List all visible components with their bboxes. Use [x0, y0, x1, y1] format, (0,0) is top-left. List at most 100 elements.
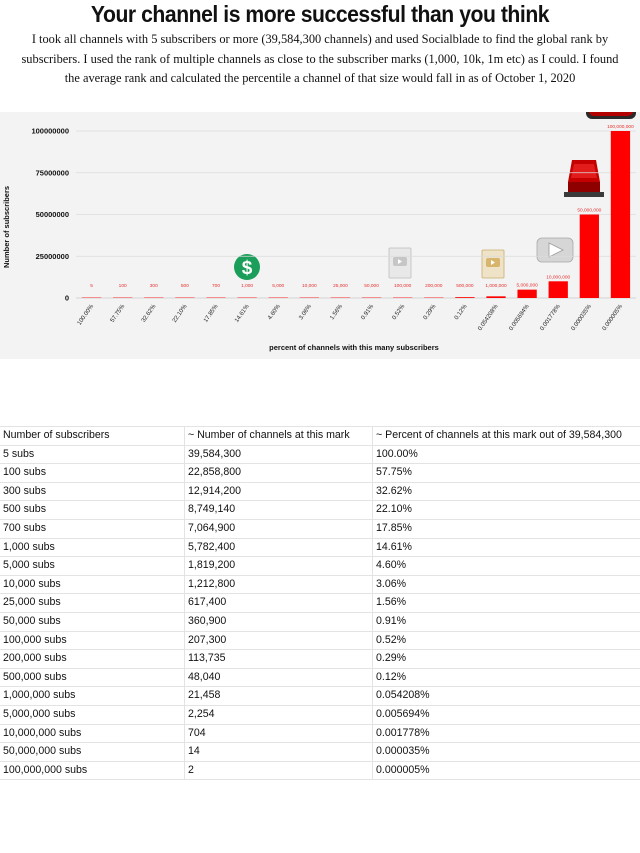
data-label: 300	[150, 283, 158, 289]
table-cell: 22,858,800	[184, 464, 375, 482]
table-cell: 14.61%	[372, 538, 640, 557]
table-cell: 100 subs	[3, 466, 46, 479]
table-cell: 500,000 subs	[3, 670, 67, 683]
table-row: 1,000 subs 5,782,400 14.61%	[0, 538, 640, 558]
data-label: 700	[212, 283, 220, 289]
table-cell: 500 subs	[3, 503, 46, 516]
table-cell: 39,584,300	[184, 445, 375, 464]
data-label: 500	[181, 283, 189, 289]
table-cell: 22.10%	[372, 501, 640, 519]
gold-play-button-icon	[481, 249, 505, 279]
bar-chart: Number of subscribers percent of channel…	[2, 112, 636, 352]
plot-area: 100000000 75000000 50000000 25000000 0 5 100.0…	[31, 124, 636, 332]
bar	[455, 297, 475, 298]
diamond-play-button-icon	[536, 237, 574, 263]
table-cell: 12,914,200	[184, 482, 375, 501]
data-label: 1,000,000	[485, 283, 507, 289]
table-cell: 21,458	[184, 687, 375, 705]
table-cell: 100,000 subs	[3, 633, 67, 646]
table-cell: 3.06%	[372, 575, 640, 594]
bar	[579, 214, 599, 298]
table-row: 5,000 subs 1,819,200 4.60%	[0, 557, 640, 576]
table-cell: 617,400	[184, 594, 375, 612]
table-row: 100,000 subs 207,300 0.52%	[0, 631, 640, 651]
red-diamond-play-button-icon	[564, 160, 604, 197]
table-cell: 0.52%	[372, 631, 640, 650]
x-tick-label: 14.61%	[234, 303, 251, 324]
x-axis-label: percent of channels with this many subsc…	[269, 343, 439, 352]
table-cell: 50,000 subs	[3, 614, 61, 627]
table-cell: 200,000 subs	[3, 652, 67, 665]
dollar-sign-icon: $	[234, 254, 260, 280]
y-tick-label: 0	[65, 294, 69, 303]
x-tick-label: 4.60%	[267, 303, 282, 321]
data-label: 5,000,000	[516, 283, 538, 289]
table-row: 10,000,000 subs 704 0.001778%	[0, 724, 640, 744]
table-cell: 0.91%	[372, 612, 640, 631]
y-axis-label: Number of subscribers	[2, 186, 11, 268]
table-header-row: Number of subscribers ~ Number of channe…	[0, 426, 640, 446]
table-row: 5 subs 39,584,300 100.00%	[0, 445, 640, 465]
data-label: 1,000	[241, 283, 253, 289]
table-row: 100,000,000 subs 2 0.000005%	[0, 761, 640, 781]
data-table: Number of subscribers ~ Number of channe…	[0, 426, 640, 781]
x-tick-label: 0.52%	[392, 303, 407, 321]
table-cell: 700 subs	[3, 521, 46, 534]
table-cell: 0.001778%	[372, 724, 640, 743]
table-body: 5 subs 39,584,300 100.00% 100 subs 22,858,80…	[0, 445, 640, 781]
data-label: 100,000,000	[607, 124, 634, 130]
x-tick-label: 22.10%	[172, 303, 189, 324]
column-header: Number of subscribers	[3, 429, 110, 441]
table-cell: 100.00%	[372, 445, 640, 464]
x-tick-label: 57.75%	[110, 303, 127, 324]
table-cell: 5,000 subs	[3, 559, 55, 572]
table-cell: 5 subs	[3, 447, 35, 460]
silver-play-button-icon	[388, 247, 412, 279]
x-tick-label: 0.29%	[423, 303, 438, 321]
intro-line: subscribers. I used the rank of multiple…	[21, 51, 619, 66]
table-cell: 360,900	[184, 612, 375, 631]
y-tick-label: 50000000	[36, 210, 69, 219]
intro-text: I took all channels with 5 subscribers o…	[14, 30, 626, 89]
data-label: 10,000	[302, 283, 317, 289]
data-label: 100	[119, 283, 127, 289]
y-tick-label: 25000000	[36, 252, 69, 261]
table-cell: 1,000 subs	[3, 540, 55, 553]
table-row: 25,000 subs 617,400 1.56%	[0, 594, 640, 613]
table-cell: 5,000,000 subs	[3, 707, 76, 720]
table-cell: 5,782,400	[184, 538, 375, 557]
chart-panel: Number of subscribers percent of channel…	[0, 112, 640, 359]
x-tick-label: 0.000005%	[602, 303, 625, 332]
data-label: 5,000	[272, 283, 284, 289]
table-cell: 48,040	[184, 668, 375, 687]
intro-line: I took all channels with 5 subscribers o…	[31, 32, 609, 46]
table-cell: 8,749,140	[184, 501, 375, 519]
data-label: 50,000,000	[577, 208, 601, 214]
data-label: 10,000,000	[546, 274, 570, 280]
x-tick-label: 0.91%	[361, 303, 376, 321]
table-cell: 1.56%	[372, 594, 640, 612]
table-cell: 100,000,000 subs	[3, 763, 88, 776]
x-tick-label: 0.005694%	[508, 303, 531, 332]
data-label: 25,000	[333, 283, 348, 289]
table-row: 1,000,000 subs 21,458 0.054208%	[0, 687, 640, 706]
table-cell: 10,000,000 subs	[3, 726, 82, 739]
table-cell: 50,000,000 subs	[3, 745, 82, 758]
bar	[486, 296, 506, 298]
table-cell: 14	[184, 743, 375, 761]
table-cell: 7,064,900	[184, 519, 375, 538]
table-cell: 2,254	[184, 705, 375, 724]
table-row: 700 subs 7,064,900 17.85%	[0, 519, 640, 539]
table-cell: 10,000 subs	[3, 577, 61, 590]
table-cell: 0.12%	[372, 668, 640, 687]
bar	[517, 289, 537, 298]
table-row: 100 subs 22,858,800 57.75%	[0, 464, 640, 483]
table-cell: 32.62%	[372, 482, 640, 501]
x-tick-label: 1.56%	[329, 303, 344, 321]
table-row: 500,000 subs 48,040 0.12%	[0, 668, 640, 688]
x-tick-label: 0.000035%	[571, 303, 594, 332]
youtube-play-logo-icon	[586, 112, 636, 119]
table-cell: 25,000 subs	[3, 596, 61, 609]
column-header: ~ Number of channels at this mark	[184, 427, 375, 445]
table-cell: 0.005694%	[372, 705, 640, 724]
